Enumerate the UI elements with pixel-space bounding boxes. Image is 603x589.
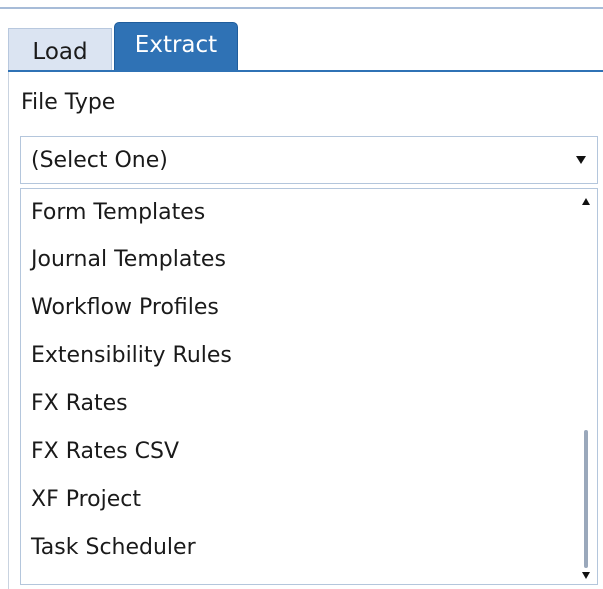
list-item-fx-rates[interactable]: FX Rates [31,391,128,416]
tab-underline [8,70,603,72]
scroll-up-arrow-icon[interactable] [582,198,590,205]
list-item-form-templates[interactable]: Form Templates [31,200,205,225]
list-item-journal-templates[interactable]: Journal Templates [31,247,226,272]
file-type-dropdown-list[interactable]: Form Templates Journal Templates Workflo… [20,188,598,585]
dropdown-scrollbar[interactable] [577,189,597,584]
list-item-xf-project[interactable]: XF Project [31,487,141,512]
tab-extract[interactable]: Extract [114,22,238,72]
file-type-label: File Type [21,90,116,115]
top-divider [0,7,603,9]
list-item-extensibility-rules[interactable]: Extensibility Rules [31,343,232,368]
file-type-selected-value: (Select One) [31,148,168,173]
list-item-workflow-profiles[interactable]: Workflow Profiles [31,295,219,320]
tab-bar: Load Extract [8,22,603,72]
list-item-task-scheduler[interactable]: Task Scheduler [31,535,196,560]
scrollbar-thumb[interactable] [584,430,588,568]
scroll-down-arrow-icon[interactable] [582,572,590,579]
tab-load-label: Load [32,38,88,65]
tab-load[interactable]: Load [8,28,112,72]
file-type-select[interactable]: (Select One) [20,136,598,184]
list-item-fx-rates-csv[interactable]: FX Rates CSV [31,439,179,464]
tab-extract-label: Extract [134,32,218,58]
chevron-down-icon[interactable] [576,156,586,164]
panel-border [8,72,9,589]
